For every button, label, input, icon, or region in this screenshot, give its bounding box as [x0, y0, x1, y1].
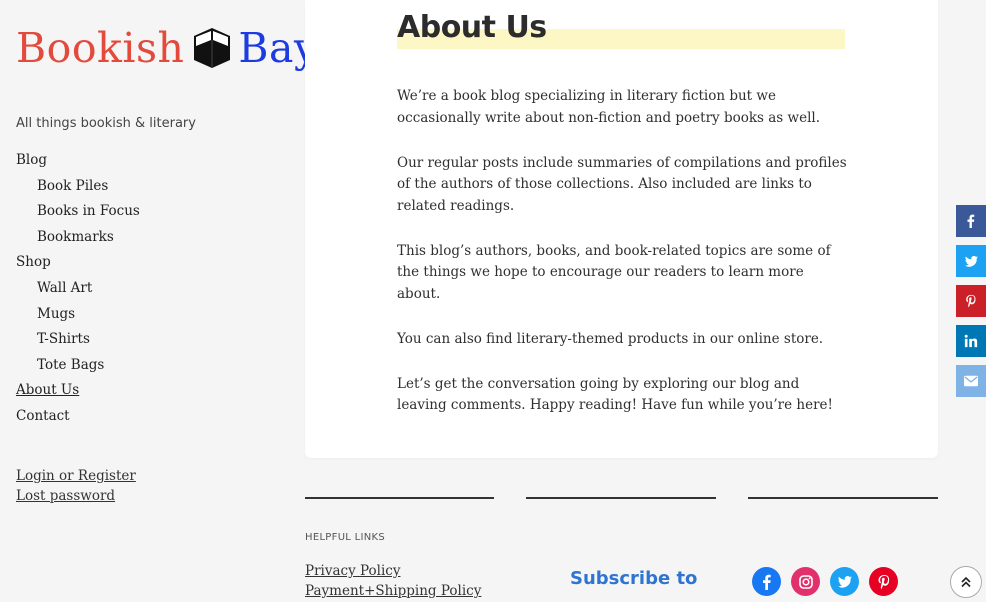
facebook-icon[interactable]	[752, 567, 781, 596]
footer-divider	[305, 497, 494, 499]
paragraph: Our regular posts include summaries of c…	[397, 154, 847, 214]
paragraph: You can also find literary-themed produc…	[397, 330, 824, 347]
paragraph: We’re a book blog specializing in litera…	[397, 88, 820, 126]
privacy-policy-link[interactable]: Privacy Policy	[305, 561, 481, 581]
nav-item-label: About Us	[16, 382, 80, 399]
share-pinterest-icon[interactable]	[956, 285, 986, 317]
payment-shipping-link[interactable]: Payment+Shipping Policy	[305, 581, 481, 601]
site-tagline: All things bookish & literary	[16, 116, 196, 131]
logo-word-bookish: Bookish	[16, 23, 185, 72]
nav-item-label: Tote Bags	[37, 356, 105, 373]
login-register-link[interactable]: Login or Register	[16, 466, 136, 486]
pinterest-icon[interactable]	[869, 567, 898, 596]
nav-item-label: Blog	[16, 152, 48, 168]
footer-divider	[748, 497, 938, 499]
nav-item[interactable]: Wall Art	[16, 278, 140, 304]
subscribe-heading: Subscribe to	[570, 568, 698, 589]
nav-item[interactable]: T-Shirts	[16, 329, 140, 355]
sidebar: Bookish Bay All things bookish & literar…	[0, 0, 317, 602]
paragraph: This blog’s authors, books, and book-rel…	[397, 242, 831, 302]
share-facebook-icon[interactable]	[956, 205, 986, 237]
nav-item-label: Contact	[16, 407, 70, 424]
nav-item-label: T-Shirts	[37, 331, 90, 348]
account-links: Login or Register Lost password	[16, 466, 136, 506]
share-linkedin-icon[interactable]	[956, 325, 986, 357]
nav-item-label: Mugs	[37, 305, 76, 322]
site-logo[interactable]: Bookish Bay	[16, 26, 318, 70]
page-content: We’re a book blog specializing in litera…	[397, 86, 849, 440]
footer-social-links	[752, 567, 898, 596]
double-chevron-up-icon	[961, 576, 971, 588]
footer-links: Privacy Policy Payment+Shipping Policy	[305, 561, 481, 601]
share-twitter-icon[interactable]	[956, 245, 986, 277]
nav-item[interactable]: Tote Bags	[16, 355, 140, 381]
twitter-icon[interactable]	[830, 567, 859, 596]
share-bar	[956, 205, 986, 405]
nav-item[interactable]: Shop	[16, 252, 140, 278]
nav-item[interactable]: Book Piles	[16, 176, 140, 202]
main-nav: Blog Book Piles Books in Focus Bookmarks Sho…	[16, 150, 140, 432]
share-email-icon[interactable]	[956, 365, 986, 397]
nav-item[interactable]: Books in Focus	[16, 201, 140, 227]
nav-item-label: Wall Art	[37, 279, 93, 296]
nav-item[interactable]: Blog	[16, 150, 140, 176]
helpful-links-heading: HELPFUL LINKS	[305, 532, 386, 543]
nav-item[interactable]: About Us	[16, 380, 140, 406]
nav-item-label: Books in Focus	[37, 203, 140, 220]
nav-item[interactable]: Bookmarks	[16, 227, 140, 253]
nav-item-label: Bookmarks	[37, 228, 114, 245]
book-logo-icon	[194, 28, 231, 68]
paragraph: Let’s get the conversation going by expl…	[397, 375, 833, 414]
instagram-icon[interactable]	[791, 567, 820, 596]
scroll-to-top-button[interactable]	[950, 566, 982, 598]
content-card: About Us We’re a book blog specializing …	[305, 0, 938, 458]
nav-item-label: Shop	[16, 254, 51, 271]
nav-item[interactable]: Mugs	[16, 304, 140, 330]
footer-divider	[526, 497, 716, 499]
nav-item[interactable]: Contact	[16, 406, 140, 432]
page-title: About Us	[397, 10, 547, 45]
lost-password-link[interactable]: Lost password	[16, 486, 136, 506]
nav-item-label: Book Piles	[37, 177, 109, 194]
